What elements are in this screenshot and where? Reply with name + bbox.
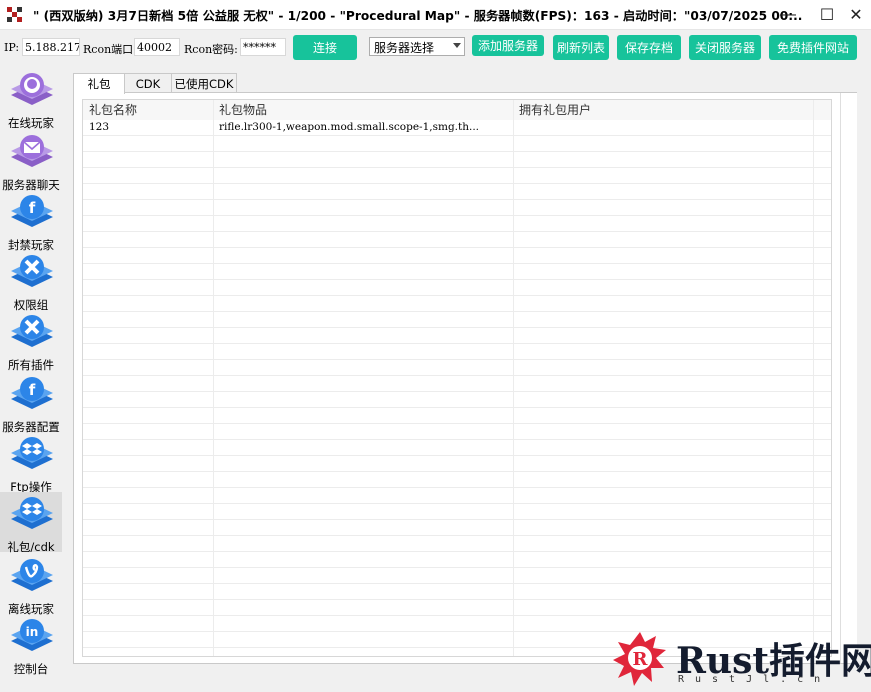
- empty-table-row: [83, 424, 831, 440]
- watermark-subtitle: RustJl.cn: [678, 674, 832, 685]
- empty-table-row: [83, 392, 831, 408]
- cell-pack-name: 123: [89, 121, 110, 133]
- sidebar-item-server-chat[interactable]: 服务器聊天: [0, 130, 62, 192]
- empty-table-row: [83, 344, 831, 360]
- title-bar: " (西双版纳) 3月7日新档 5倍 公益服 无权" - 1/200 - "Pr…: [0, 0, 871, 30]
- shutdown-server-button[interactable]: 关闭服务器: [689, 35, 761, 60]
- save-archive-button[interactable]: 保存存档: [617, 35, 681, 60]
- empty-table-row: [83, 328, 831, 344]
- sidebar-item-online-players[interactable]: 在线玩家: [0, 68, 62, 130]
- empty-table-row: [83, 568, 831, 584]
- maximize-button[interactable]: ☐: [811, 0, 843, 30]
- sidebar-item-all-plugins[interactable]: 所有插件: [0, 310, 62, 372]
- app-logo-icon: [7, 6, 23, 23]
- empty-table-row: [83, 184, 831, 200]
- empty-table-row: [83, 488, 831, 504]
- empty-table-row: [83, 504, 831, 520]
- tab-gift-packs[interactable]: 礼包: [73, 73, 125, 94]
- empty-table-row: [83, 280, 831, 296]
- server-select[interactable]: 服务器选择: [369, 37, 465, 56]
- empty-table-row: [83, 264, 831, 280]
- ip-input[interactable]: 5.188.217: [22, 38, 80, 56]
- sidebar-item-console[interactable]: in 控制台: [0, 614, 62, 676]
- empty-table-row: [83, 584, 831, 600]
- sidebar-item-ftp[interactable]: Ftp操作: [0, 432, 62, 494]
- svg-text:in: in: [26, 625, 39, 639]
- sidebar-item-label: 所有插件: [8, 358, 54, 372]
- sidebar-item-offline-players[interactable]: 离线玩家: [0, 554, 62, 616]
- empty-table-row: [83, 312, 831, 328]
- sidebar-item-gift-cdk[interactable]: 礼包/cdk: [0, 492, 62, 554]
- empty-table-row: [83, 520, 831, 536]
- free-plugin-site-button[interactable]: 免费插件网站: [769, 35, 857, 60]
- ip-label: IP:: [4, 41, 20, 54]
- vine-icon: [11, 559, 53, 591]
- minimize-button[interactable]: —: [772, 0, 804, 30]
- table-header: 礼包名称 礼包物品 拥有礼包用户: [83, 100, 831, 120]
- sidebar-item-permission-groups[interactable]: 权限组: [0, 250, 62, 312]
- empty-table-row: [83, 552, 831, 568]
- dropbox-icon: [11, 437, 53, 469]
- svg-text:f: f: [29, 381, 36, 399]
- server-select-value: 服务器选择: [374, 41, 435, 55]
- empty-table-row: [83, 440, 831, 456]
- tab-cdk[interactable]: CDK: [124, 73, 172, 93]
- cell-pack-owners: [513, 120, 813, 136]
- empty-table-row: [83, 296, 831, 312]
- gift-pack-table: 礼包名称 礼包物品 拥有礼包用户 123 rifle.lr300-1,weapo…: [82, 99, 832, 657]
- svg-text:f: f: [29, 199, 36, 217]
- empty-table-row: [83, 152, 831, 168]
- empty-table-row: [83, 200, 831, 216]
- empty-table-row: [83, 360, 831, 376]
- column-header-pack-owners[interactable]: 拥有礼包用户: [513, 100, 813, 120]
- empty-table-row: [83, 248, 831, 264]
- mail-icon: [11, 135, 53, 167]
- sidebar-item-label: 礼包/cdk: [7, 540, 55, 554]
- cell-pack-items: rifle.lr300-1,weapon.mod.small.scope-1,s…: [219, 121, 480, 133]
- x-icon: [11, 255, 53, 287]
- x-icon: [11, 315, 53, 347]
- rcon-password-input[interactable]: ******: [240, 38, 286, 56]
- dropbox-icon: [11, 497, 53, 529]
- empty-table-row: [83, 376, 831, 392]
- sidebar-item-label: 控制台: [13, 662, 49, 676]
- sidebar-item-server-config[interactable]: f 服务器配置: [0, 372, 62, 434]
- toolbar: IP: 5.188.217 Rcon端口: 40002 Rcon密码: ****…: [0, 30, 871, 64]
- sidebar-item-label: 在线玩家: [8, 116, 54, 130]
- empty-table-row: [83, 216, 831, 232]
- window-title: " (西双版纳) 3月7日新档 5倍 公益服 无权" - 1/200 - "Pr…: [33, 8, 803, 23]
- empty-table-row: [83, 600, 831, 616]
- rcon-password-label: Rcon密码:: [184, 43, 238, 56]
- gift-pack-panel: 礼包名称 礼包物品 拥有礼包用户 123 rifle.lr300-1,weapo…: [73, 92, 857, 664]
- facebook-icon: f: [11, 195, 53, 227]
- empty-table-row: [83, 136, 831, 152]
- empty-table-row: [83, 408, 831, 424]
- empty-table-row: [83, 456, 831, 472]
- site-watermark: R Rust插件网 RustJl.cn: [610, 628, 871, 690]
- rcon-port-input[interactable]: 40002: [134, 38, 180, 56]
- column-header-pack-items[interactable]: 礼包物品: [213, 100, 513, 120]
- tab-used-cdk[interactable]: 已使用CDK: [171, 73, 237, 93]
- empty-table-row: [83, 472, 831, 488]
- sidebar-item-ban-players[interactable]: f 封禁玩家: [0, 190, 62, 252]
- connect-button[interactable]: 连接: [293, 35, 357, 60]
- close-button[interactable]: ✕: [840, 0, 871, 30]
- facebook-icon: f: [11, 377, 53, 409]
- empty-table-row: [83, 536, 831, 552]
- svg-text:R: R: [633, 649, 649, 670]
- refresh-list-button[interactable]: 刷新列表: [553, 35, 609, 60]
- empty-table-row: [83, 168, 831, 184]
- empty-table-row: [83, 232, 831, 248]
- table-row[interactable]: 123 rifle.lr300-1,weapon.mod.small.scope…: [83, 120, 831, 136]
- online-players-icon: [11, 73, 53, 105]
- chevron-down-icon: [453, 43, 461, 48]
- linkedin-icon: in: [11, 619, 53, 651]
- tab-strip: 礼包 CDK 已使用CDK: [73, 73, 237, 94]
- rcon-port-label: Rcon端口:: [83, 43, 137, 56]
- vertical-scrollbar[interactable]: [840, 93, 857, 663]
- splash-logo-icon: R: [613, 632, 666, 686]
- column-header-pack-name[interactable]: 礼包名称: [83, 100, 213, 120]
- add-server-button[interactable]: 添加服务器: [472, 35, 544, 56]
